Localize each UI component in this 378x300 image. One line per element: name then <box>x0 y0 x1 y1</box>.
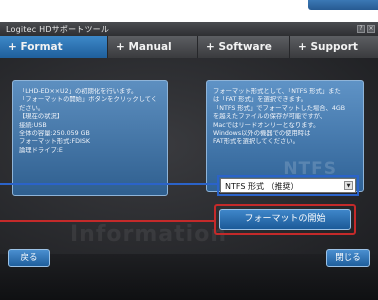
ntfs-watermark: NTFS <box>283 159 337 179</box>
format-line: Macではリードオンリーとなります。 <box>213 121 320 129</box>
back-button[interactable]: 戻る <box>8 249 50 267</box>
format-line: Windows以外の機器での使用時は <box>213 130 311 138</box>
format-description-panel: フォーマット形式として、「NTFS 形式」また は「FAT 形式」を選択できます… <box>206 80 364 192</box>
back-label: 戻る <box>20 253 38 263</box>
start-format-label: フォーマットの開始 <box>244 214 326 224</box>
format-line: 「NTFS 形式」でフォーマットした場合、4GB <box>213 104 346 112</box>
help-button[interactable]: ? <box>357 25 365 33</box>
format-text: フォーマット形式として、「NTFS 形式」また は「FAT 形式」を選択できます… <box>213 88 361 147</box>
info-line: ださい。 <box>19 104 45 112</box>
format-line: FAT形式を選択してください。 <box>213 138 299 146</box>
tab-format[interactable]: + Format <box>0 36 107 58</box>
main-tabs: + Format + Manual + Software + Support <box>0 36 378 58</box>
format-line: フォーマット形式として、「NTFS 形式」また <box>213 88 341 95</box>
footer-bar <box>0 254 378 300</box>
close-window-button[interactable]: × <box>367 25 375 33</box>
info-line: 接続:USB <box>19 121 47 129</box>
format-line: を越えたファイルの保存が可能ですが、 <box>213 113 327 121</box>
adjacent-window-edge <box>308 0 378 10</box>
info-text: 「LHD-ED××U2」の初期化を行います。 「フォーマットの開始」ボタンをクリ… <box>19 88 164 155</box>
start-button-highlight: フォーマットの開始 <box>214 204 356 235</box>
page-top-strip <box>0 0 378 22</box>
tab-software[interactable]: + Software <box>197 36 289 58</box>
window-title: Logitec HDサポートツール <box>6 25 110 34</box>
format-type-value: NTFS 形式 （推奨） <box>225 182 299 191</box>
info-line: 「フォーマットの開始」ボタンをクリックしてく <box>19 96 158 104</box>
format-line: は「FAT 形式」を選択できます。 <box>213 96 307 104</box>
tab-support[interactable]: + Support <box>289 36 378 58</box>
select-callout-line <box>0 183 218 185</box>
info-line: フォーマット形式:FDISK <box>19 138 90 146</box>
info-line: 全体の容量:250.059 GB <box>19 130 90 138</box>
info-panel: 「LHD-ED××U2」の初期化を行います。 「フォーマットの開始」ボタンをクリ… <box>12 80 168 196</box>
close-button[interactable]: 閉じる <box>326 249 370 267</box>
start-format-button[interactable]: フォーマットの開始 <box>219 209 351 230</box>
info-line: 【現在の状況】 <box>19 113 64 121</box>
tab-manual[interactable]: + Manual <box>107 36 197 58</box>
close-label: 閉じる <box>335 253 361 263</box>
start-callout-line <box>0 220 214 222</box>
title-bar: Logitec HDサポートツール ? × <box>0 22 378 36</box>
information-watermark: Information <box>70 222 227 247</box>
info-line: 「LHD-ED××U2」の初期化を行います。 <box>19 88 138 95</box>
format-type-select[interactable]: NTFS 形式 （推奨） ▼ <box>217 175 359 196</box>
chevron-down-icon[interactable]: ▼ <box>344 181 353 190</box>
info-line: 論理ドライブ:E <box>19 146 63 154</box>
